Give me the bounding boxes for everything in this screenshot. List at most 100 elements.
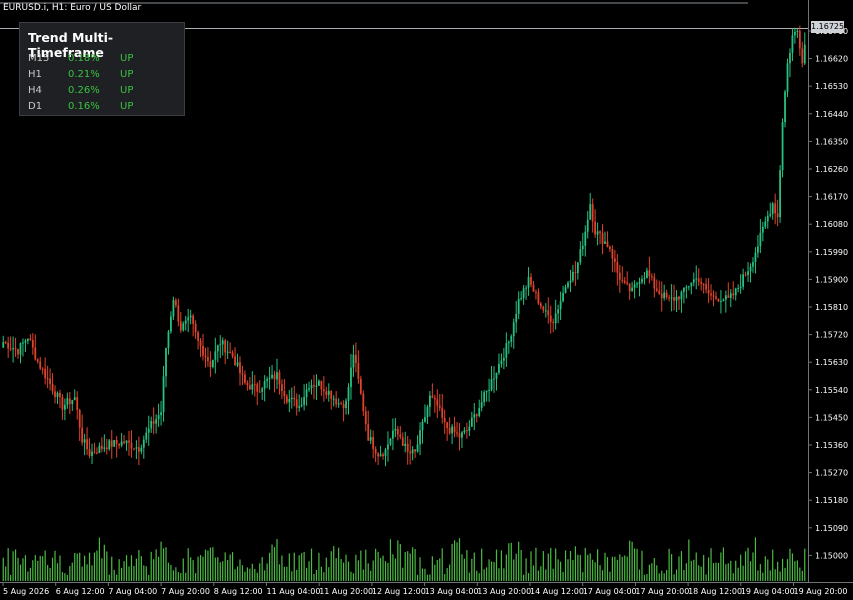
candle-body <box>512 322 515 337</box>
candle-body <box>367 424 370 441</box>
candle-body <box>673 297 675 301</box>
candle-body <box>251 384 254 390</box>
candle-body <box>685 287 688 289</box>
candle-body <box>207 357 209 362</box>
current-price-tag: 1.16725 <box>811 21 845 33</box>
price-axis-label: 1.15180 <box>815 496 848 505</box>
candle-body <box>305 389 308 398</box>
time-axis-label: 19 Aug 20:00 <box>794 587 848 596</box>
time-axis-label: 17 Aug 20:00 <box>635 587 689 596</box>
candle-body <box>179 321 182 331</box>
price-axis-label: 1.15990 <box>815 248 848 257</box>
candle-body <box>715 296 717 299</box>
candle-body <box>564 287 567 293</box>
candle-body <box>229 351 232 353</box>
candle-body <box>465 430 468 432</box>
candle-body <box>700 281 703 284</box>
candle-body <box>752 262 754 267</box>
candle-body <box>774 203 777 214</box>
time-axis[interactable]: 5 Aug 2026 6 Aug 12:00 7 Aug 04:00 7 Aug 20… <box>2 583 848 596</box>
candle-body <box>759 232 762 247</box>
candle-body <box>4 342 7 344</box>
candle-body <box>9 348 12 350</box>
candle-body <box>463 430 466 433</box>
trend-multi-timeframe-panel[interactable]: Trend Multi-Timeframe M15 0.18% UP H1 0.… <box>19 22 185 116</box>
candle-body <box>409 451 412 454</box>
candle-body <box>54 391 56 398</box>
time-axis-label: 18 Aug 12:00 <box>688 587 742 596</box>
candle-body <box>342 404 345 409</box>
candle-body <box>369 437 372 441</box>
candle-body <box>352 354 355 368</box>
candle-body <box>379 454 382 457</box>
candle-body <box>470 417 473 427</box>
price-axis[interactable]: 1.167101.166201.165301.164401.163501.162… <box>808 27 848 560</box>
trend-direction: UP <box>120 85 134 96</box>
candle-body <box>98 445 101 454</box>
candle-body <box>394 428 397 431</box>
candle-body <box>340 403 343 405</box>
candle-body <box>557 309 560 314</box>
time-axis-label: 11 Aug 20:00 <box>319 587 373 596</box>
candle-body <box>705 284 708 290</box>
candle-body <box>421 421 424 431</box>
candle-body <box>123 441 125 444</box>
candle-body <box>241 373 244 375</box>
candle-body <box>628 283 631 292</box>
candle-body <box>438 405 441 408</box>
candle-body <box>453 426 456 433</box>
candle-body <box>539 303 542 307</box>
candle-body <box>769 213 772 216</box>
candle-body <box>594 221 597 235</box>
candle-body <box>648 270 651 277</box>
candle-body <box>589 204 592 220</box>
candle-body <box>456 432 458 434</box>
time-axis-label: 12 Aug 12:00 <box>372 587 426 596</box>
candle-body <box>103 447 106 449</box>
candle-body <box>86 439 88 450</box>
candle-body <box>668 297 671 299</box>
trend-percent: 0.21% <box>68 69 100 80</box>
candle-body <box>468 426 471 432</box>
candle-body <box>244 374 246 383</box>
candle-body <box>219 344 222 346</box>
candle-body <box>170 316 172 332</box>
candle-body <box>78 409 81 428</box>
candle-body <box>436 399 439 406</box>
candle-body <box>322 389 325 392</box>
candle-body <box>19 343 22 355</box>
candle-body <box>177 305 180 322</box>
candle-body <box>532 284 535 292</box>
candle-body <box>720 301 722 303</box>
candle-body <box>574 272 577 274</box>
candle-body <box>49 378 51 384</box>
candle-body <box>502 357 505 361</box>
candle-body <box>162 376 165 413</box>
timeframe-label: M15 <box>28 53 50 64</box>
candle-body <box>650 276 653 278</box>
candle-body <box>579 249 582 263</box>
candle-body <box>130 442 133 449</box>
candle-body <box>562 292 564 302</box>
candle-body <box>406 443 409 452</box>
candle-body <box>683 287 685 292</box>
candle-body <box>125 440 128 444</box>
candle-body <box>653 277 656 289</box>
candle-body <box>576 262 579 273</box>
candle-body <box>133 448 135 450</box>
volume-histogram <box>2 537 806 581</box>
candle-body <box>424 417 426 422</box>
candle-body <box>692 279 695 283</box>
candle-body <box>83 439 86 443</box>
candle-body <box>527 276 530 288</box>
candle-body <box>737 287 740 289</box>
candle-body <box>31 340 34 348</box>
price-axis-label: 1.16170 <box>815 193 848 202</box>
candle-body <box>36 359 39 362</box>
price-axis-label: 1.15900 <box>815 275 848 284</box>
candle-body <box>192 315 195 324</box>
candle-body <box>389 438 392 445</box>
price-axis-label: 1.16080 <box>815 220 848 229</box>
candle-body <box>172 300 175 317</box>
candle-body <box>658 290 661 294</box>
